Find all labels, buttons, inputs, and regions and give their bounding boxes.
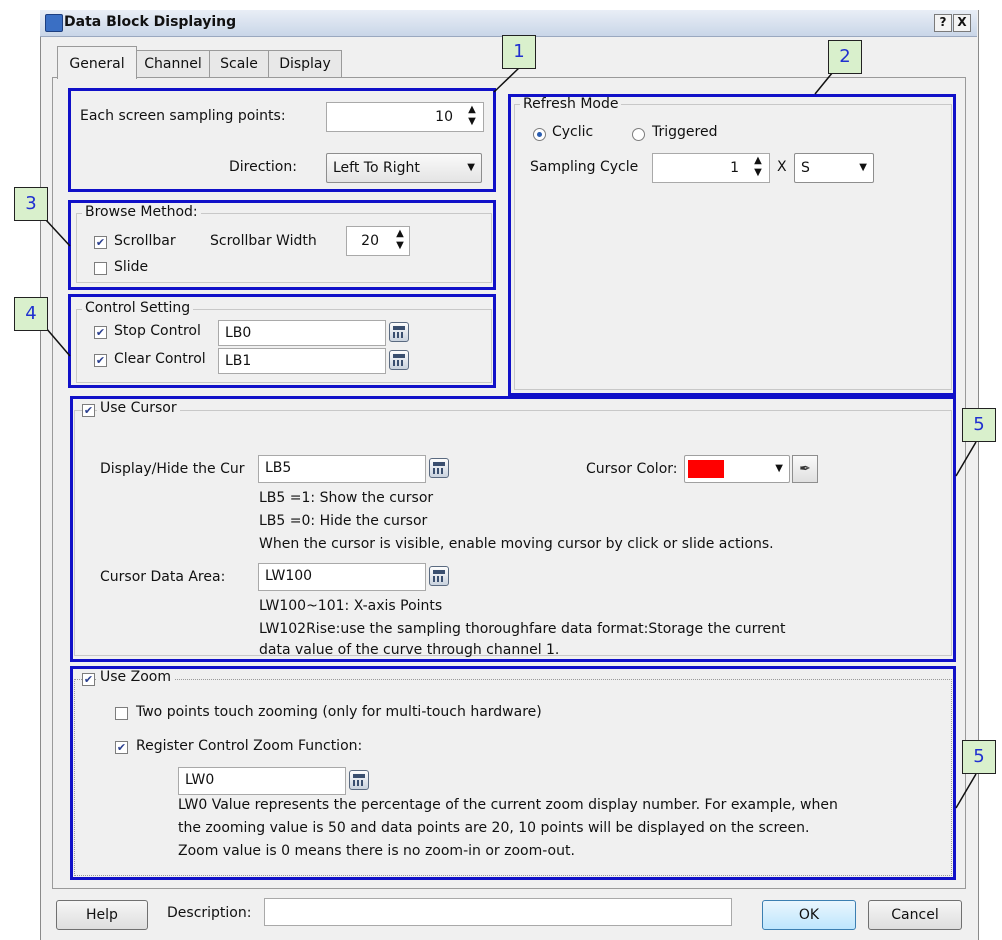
window-title: Data Block Displaying [64,14,237,30]
title-bar: Data Block Displaying ? X [40,10,977,37]
highlight-section-2 [508,94,956,396]
highlight-section-5-cursor [70,396,956,662]
help-button[interactable]: Help [56,900,148,930]
callout-1: 1 [502,35,536,69]
highlight-section-5-zoom [70,666,956,880]
description-input[interactable] [264,898,732,926]
callout-5-cursor: 5 [962,408,996,442]
app-icon [45,14,63,32]
tab-channel[interactable]: Channel [136,50,210,77]
highlight-section-4 [68,294,496,388]
description-label: Description: [167,905,252,921]
callout-5-zoom: 5 [962,740,996,774]
callout-3: 3 [14,187,48,221]
ok-button[interactable]: OK [762,900,856,930]
tab-display[interactable]: Display [268,50,342,77]
close-button[interactable]: X [953,14,971,32]
tab-general[interactable]: General [57,46,137,79]
tab-scale[interactable]: Scale [209,50,269,77]
callout-4: 4 [14,297,48,331]
callout-2: 2 [828,40,862,74]
help-title-button[interactable]: ? [934,14,952,32]
highlight-section-1 [68,88,496,192]
highlight-section-3 [68,200,496,290]
cancel-button[interactable]: Cancel [868,900,962,930]
